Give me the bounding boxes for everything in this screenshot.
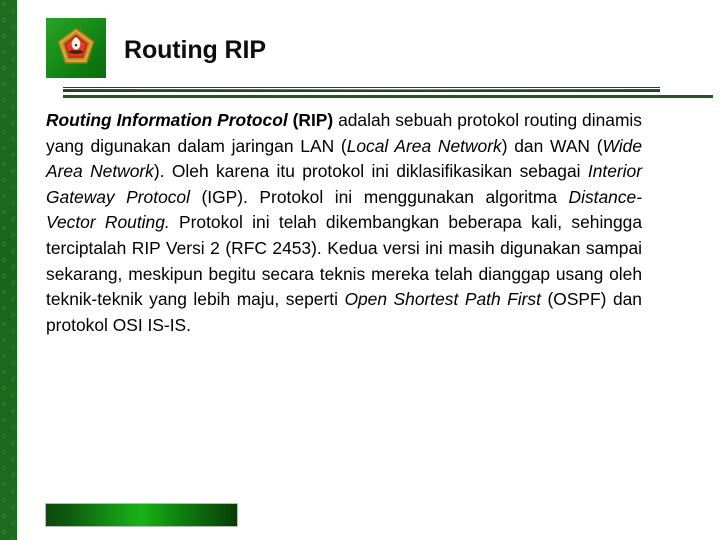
text-run: ) dan WAN ( [501,135,603,156]
divider-rule-upper [63,87,660,92]
text-run: ). Oleh karena itu protokol ini diklasif… [153,161,588,182]
text-run: (IGP). Protokol ini menggunakan algoritm… [189,186,569,207]
presentation-slide: Routing RIP Routing Information Protocol… [0,0,720,540]
body-paragraph: Routing Information Protocol (RIP) adala… [46,108,642,338]
page-title: Routing RIP [124,36,266,64]
slide-body-text: Routing Information Protocol (RIP) adala… [46,108,642,338]
text-run: Local Area Network [346,135,502,156]
divider-line-dark-bottom [63,90,660,92]
footer-accent-bar [45,503,238,527]
slide-header: Routing RIP [17,0,720,104]
text-run: Routing Information Protocol [46,110,288,130]
text-run: Open Shortest Path First [344,289,541,310]
header-divider [63,87,713,103]
left-accent-strip [0,0,17,540]
divider-rule-lower [63,95,713,98]
text-run: (RIP) [292,110,334,130]
institution-logo [46,18,106,78]
university-emblem-icon [57,27,95,64]
